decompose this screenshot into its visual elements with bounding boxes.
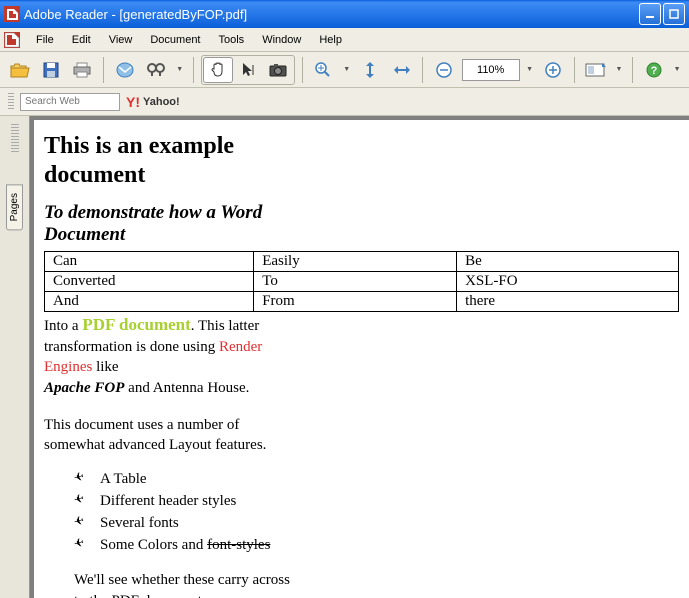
zoom-plus-button[interactable]: [539, 56, 566, 84]
document-viewport[interactable]: This is an example document To demonstra…: [30, 116, 689, 598]
help-button[interactable]: ?: [640, 56, 667, 84]
menu-document[interactable]: Document: [142, 31, 208, 49]
toolbar-separator: [193, 57, 194, 83]
content-area: Pages This is an example document To dem…: [0, 116, 689, 598]
doc-paragraph-2: This document uses a number of somewhat …: [44, 415, 679, 456]
menubar: File Edit View Document Tools Window Hel…: [0, 28, 689, 52]
zoom-out-button[interactable]: [430, 56, 457, 84]
hand-tool-button[interactable]: [203, 57, 233, 83]
table-cell: XSL-FO: [457, 272, 679, 292]
table-cell: From: [254, 292, 457, 312]
table-cell: Can: [45, 252, 254, 272]
toolbar-separator: [103, 57, 104, 83]
select-tool-button[interactable]: [233, 57, 263, 83]
doc-paragraph-1: Into a PDF document. This latter transfo…: [44, 314, 679, 398]
text: . This latter: [191, 318, 259, 334]
doc-heading-1: This is an example document: [44, 132, 679, 190]
h1-line2: document: [44, 162, 145, 188]
searchbar: Y! Yahoo!: [0, 88, 689, 116]
text: Into a: [44, 318, 82, 334]
search-dropdown[interactable]: ▼: [174, 66, 186, 73]
cursor-tool-group: [201, 55, 295, 85]
toolbar-separator: [302, 57, 303, 83]
menu-help[interactable]: Help: [311, 31, 350, 49]
menu-file[interactable]: File: [28, 31, 62, 49]
text: like: [92, 359, 118, 375]
table-cell: Be: [457, 252, 679, 272]
zoom-in-dropdown[interactable]: ▼: [341, 66, 353, 73]
table-cell: And: [45, 292, 254, 312]
window-title: Adobe Reader - [generatedByFOP.pdf]: [24, 7, 639, 22]
search-web-input[interactable]: [20, 93, 120, 111]
doc-paragraph-3: We'll see whether these carry across to …: [74, 570, 679, 598]
zoom-level-input[interactable]: [462, 59, 520, 81]
doc-list: A Table Different header styles Several …: [74, 469, 679, 556]
h2-line1: To demonstrate how a Word: [44, 202, 262, 223]
engines-text: Engines: [44, 359, 92, 375]
search-button[interactable]: [142, 56, 169, 84]
zoom-level-dropdown[interactable]: ▼: [524, 66, 536, 73]
table-cell: Easily: [254, 252, 457, 272]
menu-edit[interactable]: Edit: [64, 31, 99, 49]
h1-line1: This is an example: [44, 133, 234, 159]
open-button[interactable]: [6, 56, 33, 84]
text: and Antenna House.: [124, 380, 249, 396]
email-button[interactable]: [111, 56, 138, 84]
table-cell: To: [254, 272, 457, 292]
yahoo-text: Yahoo!: [143, 96, 180, 108]
sidebar: Pages: [0, 116, 30, 598]
table-cell: there: [457, 292, 679, 312]
list-item: Different header styles: [74, 491, 679, 513]
sidebar-grip-icon[interactable]: [11, 124, 19, 154]
fit-height-button[interactable]: [357, 56, 384, 84]
save-button[interactable]: [37, 56, 64, 84]
yahoo-y-icon: Y!: [126, 94, 140, 110]
toolbar-separator: [632, 57, 633, 83]
menu-view[interactable]: View: [101, 31, 141, 49]
zoom-in-button[interactable]: [310, 56, 337, 84]
list-item: Several fonts: [74, 513, 679, 535]
reading-dropdown[interactable]: ▼: [613, 66, 625, 73]
toolbar-separator: [422, 57, 423, 83]
list-item: Some Colors and font-styles: [74, 535, 679, 557]
fit-width-button[interactable]: [388, 56, 415, 84]
menu-tools[interactable]: Tools: [211, 31, 253, 49]
pdf-doc-text: PDF document: [82, 315, 190, 334]
h2-line2: Document: [44, 224, 125, 245]
table-row: Converted To XSL-FO: [45, 272, 679, 292]
reading-mode-button[interactable]: [582, 56, 609, 84]
svg-text:?: ?: [650, 65, 657, 77]
pages-tab[interactable]: Pages: [6, 184, 23, 230]
render-text: Render: [219, 339, 262, 355]
minimize-button[interactable]: [639, 3, 661, 25]
yahoo-logo[interactable]: Y! Yahoo!: [126, 94, 180, 110]
text: We'll see whether these carry across: [74, 572, 290, 588]
text: transformation is done using: [44, 339, 219, 355]
strike-text: font-styles: [207, 537, 270, 553]
table-row: And From there: [45, 292, 679, 312]
maximize-button[interactable]: [663, 3, 685, 25]
toolbar: ▼ ▼ ▼ ▼ ? ▼: [0, 52, 689, 88]
text: to the PDF document…: [74, 593, 217, 598]
searchbar-grip[interactable]: [8, 93, 14, 111]
table-cell: Converted: [45, 272, 254, 292]
menu-window[interactable]: Window: [254, 31, 309, 49]
apache-text: Apache FOP: [44, 380, 124, 396]
titlebar: Adobe Reader - [generatedByFOP.pdf]: [0, 0, 689, 28]
print-button[interactable]: [69, 56, 96, 84]
text: somewhat advanced Layout features.: [44, 437, 266, 453]
text: Some Colors and: [100, 537, 207, 553]
doc-heading-2: To demonstrate how a Word Document: [44, 202, 679, 248]
snapshot-tool-button[interactable]: [263, 57, 293, 83]
toolbar-separator: [574, 57, 575, 83]
table-row: Can Easily Be: [45, 252, 679, 272]
document-page: This is an example document To demonstra…: [34, 120, 689, 598]
doc-table: Can Easily Be Converted To XSL-FO And Fr…: [44, 251, 679, 312]
menu-app-icon: [4, 32, 20, 48]
help-dropdown[interactable]: ▼: [671, 66, 683, 73]
list-item: A Table: [74, 469, 679, 491]
text: This document uses a number of: [44, 417, 239, 433]
app-icon: [4, 6, 20, 22]
